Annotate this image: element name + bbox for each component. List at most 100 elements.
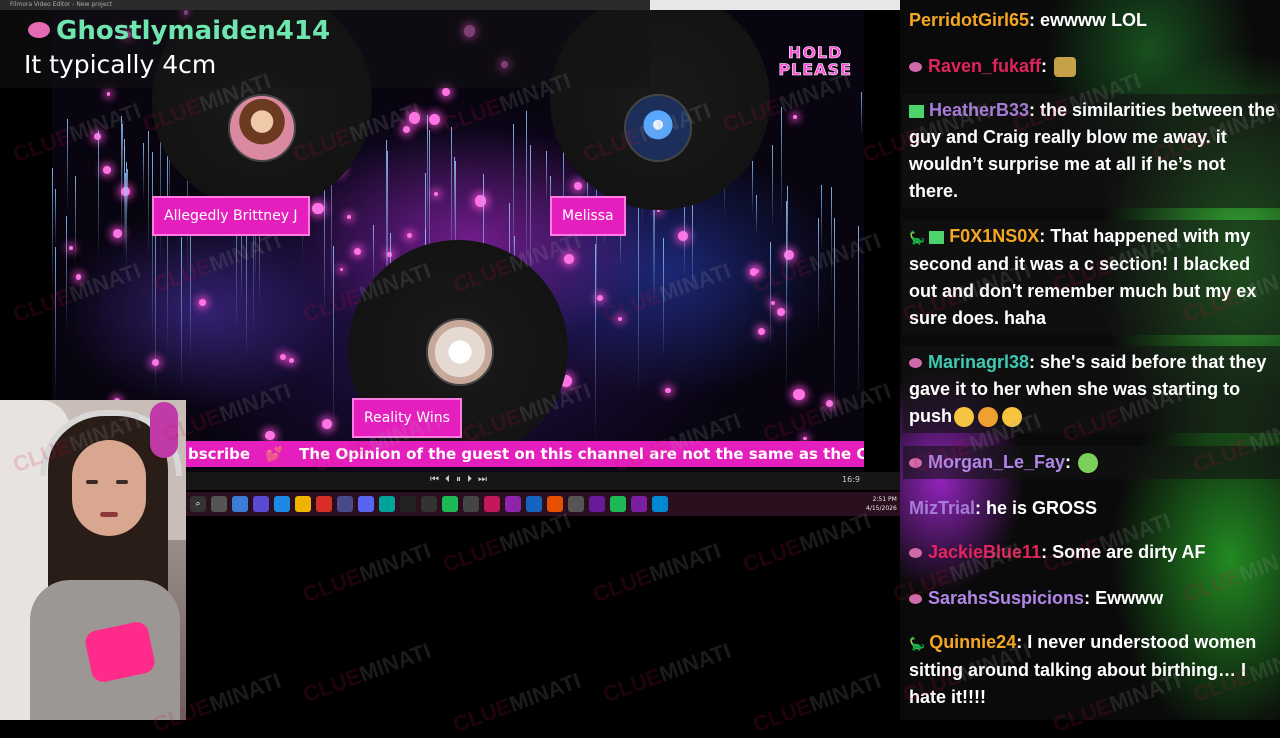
clock-date: 4/15/2026 [866, 505, 897, 512]
folder-icon[interactable] [295, 496, 311, 512]
light-streak [787, 185, 789, 298]
settings-icon[interactable] [568, 496, 584, 512]
light-streak [148, 130, 150, 256]
light-streak [65, 215, 67, 333]
app-icon-7[interactable] [421, 496, 437, 512]
heart-badge-icon [909, 594, 922, 605]
chat-username[interactable]: Marinagrl38 [928, 352, 1029, 372]
clock-time: 2:51 PM [872, 496, 897, 503]
task-view-icon[interactable] [211, 496, 227, 512]
spotify-icon[interactable] [610, 496, 626, 512]
guest-avatar-3 [426, 318, 494, 386]
star-dot [106, 91, 111, 96]
chat-message: 🦕 Quinnie24: I never understood women sit… [909, 632, 1257, 707]
light-streak [770, 241, 772, 351]
step-forward-icon[interactable]: ⏵ [467, 474, 472, 485]
chat-username[interactable]: SarahsSuspicions [928, 588, 1084, 608]
star-dot [677, 230, 688, 241]
star-dot [279, 353, 287, 361]
chat-username[interactable]: HeatherB33 [929, 100, 1029, 120]
chat-username[interactable]: JackieBlue11 [928, 542, 1041, 562]
hold-line-1: HOLD [787, 43, 843, 62]
star-dot [825, 399, 833, 407]
app-icon-10[interactable] [484, 496, 500, 512]
hold-line-2: PLEASE [778, 60, 852, 79]
star-dot [596, 294, 604, 302]
light-streak [857, 225, 859, 401]
gift-sub-badge-icon [929, 230, 945, 244]
light-streak [166, 150, 168, 357]
guest-avatar-1 [228, 94, 296, 162]
light-streak [860, 92, 862, 137]
chat-text: Some are dirty AF [1052, 542, 1206, 562]
light-streak [830, 187, 832, 288]
star-dot [265, 430, 275, 441]
chat-message: Raven_fukaff: [903, 50, 1280, 83]
star-dot [68, 246, 73, 251]
light-streak [97, 131, 99, 261]
star-dot [311, 202, 324, 215]
step-back-icon[interactable]: ⏴ [445, 474, 450, 485]
app-icon-1[interactable] [232, 496, 248, 512]
star-dot [757, 327, 765, 335]
chrome-icon[interactable] [316, 496, 332, 512]
light-streak [683, 200, 685, 278]
watermark-text: CLUEMINATI [449, 667, 585, 738]
guest-avatar-2 [624, 94, 692, 162]
app-icon-6[interactable] [400, 496, 416, 512]
light-streak [373, 224, 375, 282]
pause-icon[interactable]: ⏸ [456, 474, 461, 485]
star-dot [665, 387, 671, 394]
light-streak [820, 185, 822, 252]
skip-back-icon[interactable]: ⏮ [430, 474, 439, 485]
light-streak [75, 175, 77, 267]
app-icon-13[interactable] [547, 496, 563, 512]
chat-message: PerridotGirl65: ewwww LOL [909, 10, 1148, 30]
light-streak [692, 203, 694, 293]
app-icon-14[interactable] [589, 496, 605, 512]
chat-username[interactable]: Quinnie24 [929, 632, 1016, 652]
chat-message: SarahsSuspicions: Ewwww [903, 582, 1280, 615]
sick-emote-icon [1078, 453, 1099, 474]
star-dot [573, 182, 582, 191]
star-dot [617, 316, 623, 322]
star-dot [564, 253, 574, 264]
system-clock[interactable]: 2:51 PM 4/15/2026 [866, 495, 897, 513]
app-icon-4[interactable] [337, 496, 353, 512]
discord-icon[interactable] [358, 496, 374, 512]
star-dot [777, 308, 785, 316]
light-streak [52, 167, 54, 291]
star-dot [403, 126, 411, 134]
app-icon-9[interactable] [463, 496, 479, 512]
light-streak [55, 246, 57, 399]
app-icon-5[interactable] [379, 496, 395, 512]
app-icon-2[interactable] [253, 496, 269, 512]
app-icon-15[interactable] [631, 496, 647, 512]
star-dot [347, 215, 351, 219]
news-ticker: bscribe 💕 The Opinion of the guest on th… [186, 441, 864, 467]
chat-username[interactable]: PerridotGirl65 [909, 10, 1029, 30]
chat-username[interactable]: Morgan_Le_Fay [928, 452, 1065, 472]
app-icon-3[interactable] [274, 496, 290, 512]
aspect-ratio-select[interactable]: 16:9 [842, 475, 860, 484]
skip-forward-icon[interactable]: ⏭ [478, 474, 487, 485]
app-icon-11[interactable] [505, 496, 521, 512]
featured-comment: Ghostlymaiden414 It typically 4cm [0, 10, 650, 88]
light-streak [771, 145, 773, 230]
chat-username[interactable]: F0X1NS0X [949, 226, 1039, 246]
app-icon-16[interactable] [652, 496, 668, 512]
featured-username: Ghostlymaiden414 [56, 16, 331, 46]
app-icon-8[interactable] [442, 496, 458, 512]
gift-sub-badge-icon [909, 104, 924, 118]
light-streak [189, 217, 191, 361]
heart-badge-icon [909, 548, 922, 559]
search-icon[interactable]: ⌕ [190, 496, 206, 512]
chat-username[interactable]: MizTrial [909, 498, 975, 518]
light-streak [143, 142, 145, 201]
chat-message: Morgan_Le_Fay: [903, 446, 1280, 479]
light-streak [785, 200, 787, 397]
chat-username[interactable]: Raven_fukaff [928, 56, 1041, 76]
app-icon-12[interactable] [526, 496, 542, 512]
light-streak [662, 237, 664, 359]
dino-badge-icon: 🦕 [909, 230, 926, 245]
